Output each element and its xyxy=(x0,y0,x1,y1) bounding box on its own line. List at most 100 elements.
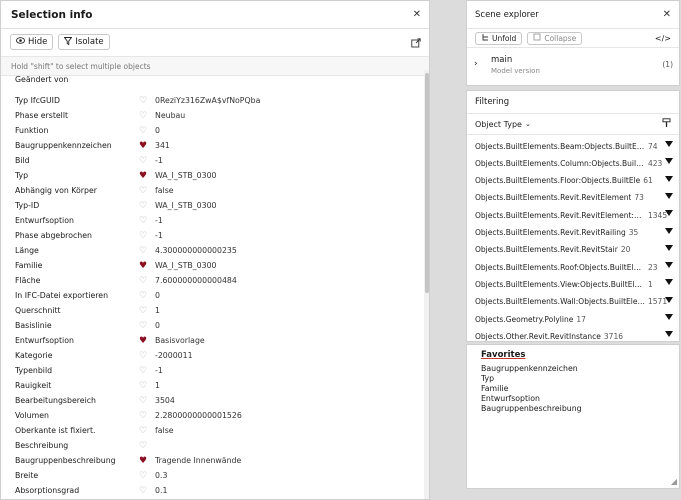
filter-item[interactable]: Objects.BuiltElements.Beam:Objects.Built… xyxy=(475,139,673,153)
property-row[interactable]: Funktion ♡ 0 xyxy=(1,123,421,138)
property-row[interactable]: Phase erstellt ♡ Neubau xyxy=(1,108,421,123)
heart-icon[interactable]: ♥ xyxy=(139,336,147,346)
property-value: -1 xyxy=(155,156,163,165)
heart-icon[interactable]: ♡ xyxy=(139,111,147,121)
funnel-icon[interactable] xyxy=(665,192,673,199)
heart-icon[interactable]: ♡ xyxy=(139,231,147,241)
property-row[interactable]: Abhängig von Körper ♡ false xyxy=(1,183,421,198)
filter-item[interactable]: Objects.BuiltElements.Roof:Objects.Built… xyxy=(475,260,673,274)
heart-icon[interactable]: ♡ xyxy=(139,366,147,376)
chevron-right-icon[interactable]: › xyxy=(474,59,478,69)
property-name: Absorptionsgrad xyxy=(15,486,80,495)
filter-item[interactable]: Objects.Other.Revit.RevitInstance 3716 xyxy=(475,329,673,341)
heart-icon[interactable]: ♡ xyxy=(139,351,147,361)
heart-icon[interactable]: ♡ xyxy=(139,306,147,316)
property-row[interactable]: Familie ♥ WA_I_STB_0300 xyxy=(1,258,421,273)
close-icon[interactable]: ✕ xyxy=(413,9,421,20)
property-row[interactable]: Oberkante ist fixiert. ♡ false xyxy=(1,423,421,438)
hide-button[interactable]: Hide xyxy=(10,34,54,50)
heart-icon[interactable]: ♡ xyxy=(139,426,147,436)
funnel-icon[interactable] xyxy=(665,279,673,286)
filter-item[interactable]: Objects.BuiltElements.Revit.RevitRailing… xyxy=(475,226,673,240)
property-value: -2000011 xyxy=(155,351,193,360)
property-row[interactable]: Bearbeitungsbereich ♡ 3504 xyxy=(1,393,421,408)
funnel-icon[interactable] xyxy=(665,141,673,147)
heart-icon[interactable]: ♥ xyxy=(139,141,147,151)
funnel-icon[interactable] xyxy=(665,331,673,338)
property-row[interactable]: Basislinie ♡ 0 xyxy=(1,318,421,333)
heart-icon[interactable]: ♥ xyxy=(139,261,147,271)
funnel-icon[interactable] xyxy=(665,314,673,320)
property-row[interactable]: Länge ♡ 4.300000000000235 xyxy=(1,243,421,258)
resize-handle-icon[interactable]: ◢ xyxy=(671,477,677,486)
tree-item-main[interactable]: › main Model version (1) xyxy=(467,48,679,85)
heart-icon[interactable]: ♡ xyxy=(139,276,147,286)
properties-list[interactable]: Geändert von Typ IfcGUID ♡ 0ReziYz316ZwA$vf… xyxy=(1,70,423,499)
funnel-icon[interactable] xyxy=(665,158,673,165)
property-row[interactable]: Typ-ID ♡ WA_I_STB_0300 xyxy=(1,198,421,213)
filter-item-label: Objects.BuiltElements.Wall:Objects.Built… xyxy=(475,297,645,307)
property-row[interactable]: Absorptionsgrad ♡ 0.1 xyxy=(1,483,421,498)
object-type-selector[interactable]: Object Type ⌄ xyxy=(467,114,679,135)
property-row[interactable]: Baugruppenbeschreibung ♥ Tragende Innenwän… xyxy=(1,453,421,468)
funnel-icon[interactable] xyxy=(665,175,673,182)
heart-icon[interactable]: ♡ xyxy=(139,246,147,256)
paint-brush-icon[interactable] xyxy=(662,117,671,131)
isolate-button[interactable]: Isolate xyxy=(58,34,110,50)
funnel-icon[interactable] xyxy=(665,210,673,217)
filter-item[interactable]: Objects.BuiltElements.Wall:Objects.Built… xyxy=(475,295,673,309)
property-row[interactable]: Fläche ♡ 7.600000000000484 xyxy=(1,273,421,288)
favorite-item: Baugruppenkennzeichen xyxy=(481,364,578,373)
scrollbar-thumb[interactable] xyxy=(425,73,429,293)
filter-item[interactable]: Objects.Geometry.Polyline 17 xyxy=(475,312,673,326)
filter-item[interactable]: Objects.BuiltElements.Floor:Objects.Buil… xyxy=(475,174,673,188)
property-row[interactable]: In IFC-Datei exportieren ♡ 0 xyxy=(1,288,421,303)
heart-icon[interactable]: ♡ xyxy=(139,381,147,391)
funnel-icon[interactable] xyxy=(665,296,673,303)
property-row[interactable]: Baugruppenkennzeichen ♥ 341 xyxy=(1,138,421,153)
heart-icon[interactable]: ♡ xyxy=(139,441,147,451)
heart-icon[interactable]: ♡ xyxy=(139,411,147,421)
property-row[interactable]: Entwurfsoption ♡ -1 xyxy=(1,213,421,228)
property-row[interactable]: Typ ♥ WA_I_STB_0300 xyxy=(1,168,421,183)
property-row[interactable]: Typ IfcGUID ♡ 0ReziYz316ZwA$vfNoPQba xyxy=(1,93,421,108)
unfold-button[interactable]: Unfold xyxy=(475,31,523,45)
heart-icon[interactable]: ♡ xyxy=(139,396,147,406)
filter-item[interactable]: Objects.BuiltElements.Revit.RevitElement… xyxy=(475,208,673,222)
external-link-icon[interactable] xyxy=(411,33,421,52)
heart-icon[interactable]: ♡ xyxy=(139,201,147,211)
funnel-icon[interactable] xyxy=(665,227,673,234)
heart-icon[interactable]: ♡ xyxy=(139,96,147,106)
property-row[interactable]: Geändert von xyxy=(1,72,421,87)
property-value: Neubau xyxy=(155,111,186,120)
heart-icon[interactable]: ♡ xyxy=(139,126,147,136)
filter-item[interactable]: Objects.BuiltElements.Revit.RevitStair 20 xyxy=(475,243,673,257)
property-row[interactable]: Bild ♡ -1 xyxy=(1,153,421,168)
heart-icon[interactable]: ♡ xyxy=(139,156,147,166)
property-row[interactable]: Phase abgebrochen ♡ -1 xyxy=(1,228,421,243)
heart-icon[interactable]: ♥ xyxy=(139,456,147,466)
heart-icon[interactable]: ♡ xyxy=(139,321,147,331)
heart-icon[interactable]: ♡ xyxy=(139,291,147,301)
heart-icon[interactable]: ♡ xyxy=(139,216,147,226)
property-row[interactable]: Breite ♡ 0.3 xyxy=(1,468,421,483)
heart-icon[interactable]: ♡ xyxy=(139,471,147,481)
collapse-button[interactable]: Collapse xyxy=(527,31,583,45)
close-icon[interactable]: ✕ xyxy=(663,9,671,20)
heart-icon[interactable]: ♥ xyxy=(139,171,147,181)
property-row[interactable]: Beschreibung ♡ xyxy=(1,438,421,453)
filter-item[interactable]: Objects.BuiltElements.Column:Objects.Bui… xyxy=(475,156,673,170)
property-row[interactable]: Entwurfsoption ♥ Basisvorlage xyxy=(1,333,421,348)
funnel-icon[interactable] xyxy=(665,262,673,269)
filter-item[interactable]: Objects.BuiltElements.Revit.RevitElement… xyxy=(475,191,673,205)
property-row[interactable]: Rauigkeit ♡ 1 xyxy=(1,378,421,393)
property-row[interactable]: Volumen ♡ 2.2800000000001526 xyxy=(1,408,421,423)
heart-icon[interactable]: ♡ xyxy=(139,186,147,196)
heart-icon[interactable]: ♡ xyxy=(139,486,147,496)
property-row[interactable]: Querschnitt ♡ 1 xyxy=(1,303,421,318)
property-row[interactable]: Typenbild ♡ -1 xyxy=(1,363,421,378)
funnel-icon[interactable] xyxy=(665,244,673,251)
code-icon[interactable]: </> xyxy=(655,34,671,43)
property-row[interactable]: Kategorie ♡ -2000011 xyxy=(1,348,421,363)
filter-item[interactable]: Objects.BuiltElements.View:Objects.Built… xyxy=(475,277,673,291)
